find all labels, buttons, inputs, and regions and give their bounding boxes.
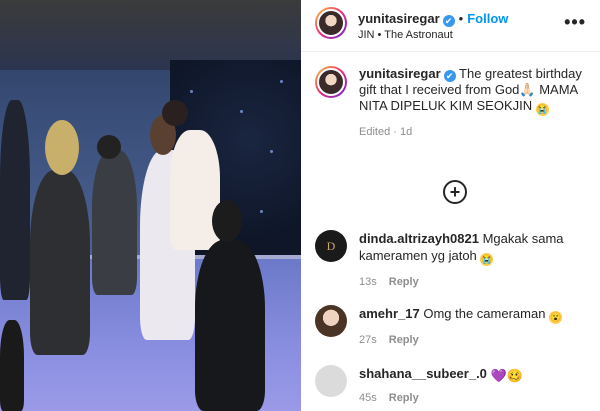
plus-circle-icon[interactable]: + <box>443 180 467 204</box>
caption-meta: Edited · 1d <box>359 126 413 138</box>
post-media[interactable] <box>0 0 301 411</box>
reply-button[interactable]: Reply <box>389 276 419 288</box>
comment-text: Omg the cameraman <box>423 306 546 321</box>
heart-emoji: 💜🥴 <box>490 368 523 383</box>
audio-label[interactable]: JIN • The Astronaut <box>358 29 453 41</box>
person-head <box>212 200 242 242</box>
reply-button[interactable]: Reply <box>389 392 419 404</box>
crying-emoji: 😭 <box>480 253 494 266</box>
person-head <box>162 100 188 126</box>
person-head <box>97 135 121 159</box>
caption-username[interactable]: yunitasiregar <box>359 66 441 81</box>
comment-username[interactable]: shahana__subeer_.0 <box>359 366 487 381</box>
comment-time: 27s <box>359 334 377 346</box>
avatar[interactable] <box>315 66 347 98</box>
comment-item: shahana__subeer_.0 💜🥴 45s Reply <box>315 365 590 407</box>
post-caption: yunitasiregar ✔ The greatest birthday gif… <box>315 66 590 140</box>
verified-icon: ✔ <box>443 70 456 82</box>
person-man-hugging <box>170 130 220 250</box>
person-woman-dark <box>30 170 90 355</box>
post-header: yunitasiregar ✔ • Follow JIN • The Astronau… <box>301 0 600 52</box>
person-left-audience <box>0 100 30 300</box>
person-foreground-black <box>195 240 265 411</box>
post-age[interactable]: 1d <box>400 126 412 138</box>
surprised-emoji: 😮 <box>549 311 563 324</box>
person-left-foreground <box>0 320 24 411</box>
more-icon[interactable]: ••• <box>564 12 586 33</box>
reply-button[interactable]: Reply <box>389 334 419 346</box>
comment-username[interactable]: amehr_17 <box>359 306 420 321</box>
verified-icon: ✔ <box>442 15 455 27</box>
avatar[interactable]: D <box>315 230 347 262</box>
avatar[interactable] <box>315 305 347 337</box>
crying-emoji: 😭 <box>535 103 549 116</box>
header-name-row: yunitasiregar ✔ • Follow <box>358 11 509 27</box>
comment-time: 45s <box>359 392 377 404</box>
comment-username[interactable]: dinda.altrizayh0821 <box>359 231 479 246</box>
comment-time: 13s <box>359 276 377 288</box>
person-cameraman <box>92 150 137 295</box>
follow-button[interactable]: Follow <box>467 11 508 26</box>
comment-item: amehr_17 Omg the cameraman 😮 27s Reply <box>315 305 590 349</box>
comment-item: D dinda.altrizayh0821 Mgakak sama kamera… <box>315 230 590 291</box>
avatar[interactable] <box>315 365 347 397</box>
post-username[interactable]: yunitasiregar <box>358 11 440 26</box>
edited-label: Edited <box>359 126 391 138</box>
person-head <box>45 120 79 175</box>
avatar[interactable] <box>315 7 347 39</box>
post-sidebar: yunitasiregar ✔ • Follow JIN • The Astronau… <box>301 0 600 411</box>
